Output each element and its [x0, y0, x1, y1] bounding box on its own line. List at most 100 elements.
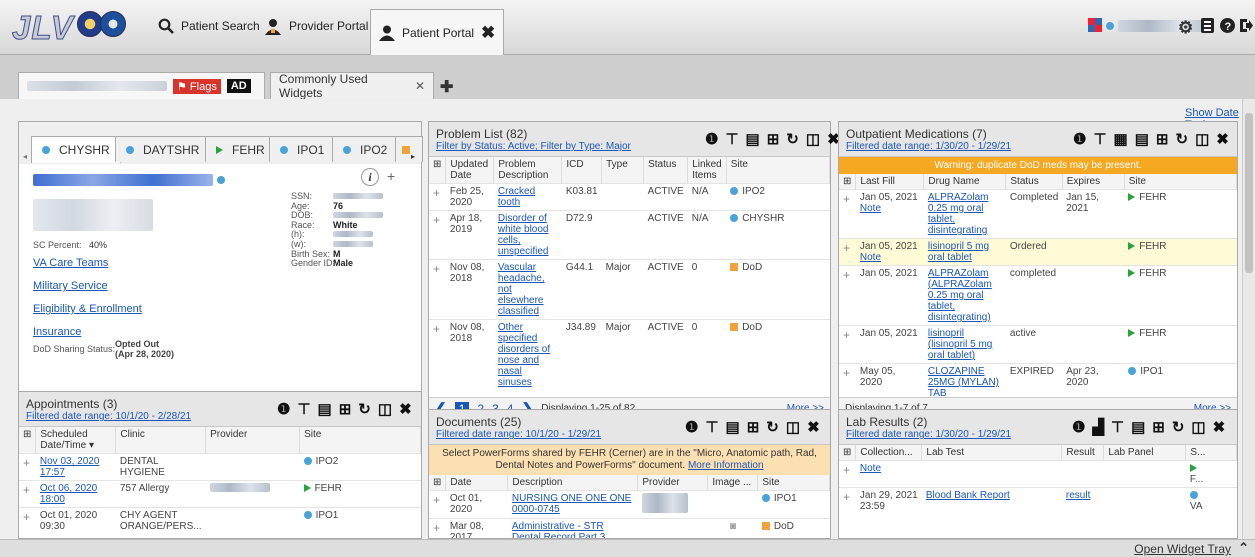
col-provider[interactable]: Provider	[205, 427, 301, 454]
expand-row-icon[interactable]: +	[429, 183, 446, 211]
close-icon[interactable]: ✖	[1216, 130, 1229, 148]
scroll-left-icon[interactable]: ◂	[23, 152, 27, 161]
filter-icon[interactable]: ⊤	[1111, 418, 1124, 436]
col-site[interactable]: Site	[757, 475, 830, 491]
col-status[interactable]: Status	[643, 157, 689, 184]
col-drug-name[interactable]: Drug Name	[923, 174, 1007, 190]
eligibility-enrollment-link[interactable]: Eligibility & Enrollment	[33, 303, 142, 315]
page-scrollbar[interactable]	[1242, 99, 1255, 539]
problem-link[interactable]: Other specified disorders of nose and na…	[498, 322, 550, 388]
close-icon[interactable]: ✖	[399, 400, 412, 418]
col-lab-test[interactable]: Lab Test	[921, 445, 1063, 461]
clipboard-icon[interactable]: ▤	[1131, 418, 1145, 436]
table-row[interactable]: + Mar 08, 2017 Administrative - STR Dent…	[429, 518, 830, 538]
expand-row-icon[interactable]: +	[839, 189, 856, 239]
drug-link[interactable]: CLOZAPINE 25MG (MYLAN) TAB	[928, 366, 999, 399]
col-type[interactable]: Type	[601, 157, 645, 184]
col-image[interactable]: Image ...	[707, 475, 759, 491]
expand-plus-icon[interactable]: +	[387, 168, 395, 184]
lab-test-link[interactable]: Blood Bank Report	[926, 490, 1010, 501]
close-icon[interactable]: ✖	[1213, 418, 1226, 436]
col-expires[interactable]: Expires	[1062, 174, 1125, 190]
info-icon[interactable]: ❶	[705, 130, 718, 148]
col-problem-description[interactable]: Problem Description	[493, 157, 563, 184]
sort-chevron-down-icon[interactable]: ▾	[89, 440, 94, 451]
expand-row-icon[interactable]: +	[429, 259, 446, 320]
tab-chyshr[interactable]: CHYSHR	[31, 136, 121, 163]
table-row[interactable]: + Feb 25, 2020 Cracked tooth K03.81 ACTI…	[429, 183, 830, 211]
table-row[interactable]: + May 05, 2020 CLOZAPINE 25MG (MYLAN) TA…	[839, 363, 1237, 401]
document-link[interactable]: Administrative - STR Dental Record Part …	[512, 521, 605, 538]
expand-row-icon[interactable]: +	[839, 238, 856, 266]
appointment-date-link[interactable]: Oct 06, 2020 18:00	[40, 483, 97, 505]
tab-daytshr[interactable]: DAYTSHR	[115, 136, 211, 162]
info-icon[interactable]: ❶	[277, 400, 290, 418]
info-icon[interactable]: i	[361, 168, 379, 186]
provider-portal-tab[interactable]: Provider Portal	[264, 14, 368, 38]
table-row[interactable]: + Jan 29, 2021 23:59 Blood Bank Report r…	[839, 487, 1237, 514]
columns-icon[interactable]: ◫	[378, 400, 392, 418]
filter-icon[interactable]: ⊤	[297, 400, 310, 418]
note-link[interactable]: Note	[860, 203, 881, 214]
col-icd[interactable]: ICD	[561, 157, 603, 184]
close-icon[interactable]: ✖	[807, 418, 820, 436]
insurance-link[interactable]: Insurance	[33, 326, 81, 338]
clipboard-icon[interactable]: ▤	[746, 130, 760, 148]
note-link[interactable]: Note	[860, 463, 881, 474]
add-tab-icon[interactable]: ✚	[440, 77, 453, 97]
table-row[interactable]: + Nov 08, 2018 Vascular headache, not el…	[429, 259, 830, 320]
table-row[interactable]: + Apr 18, 2019 Disorder of white blood c…	[429, 210, 830, 260]
table-row[interactable]: + Nov 08, 2018 Other specified disorders…	[429, 319, 830, 390]
drug-link[interactable]: ALPRAZolam 0.25 mg oral tablet, disinteg…	[928, 192, 989, 236]
col-clinic[interactable]: Clinic	[115, 427, 207, 454]
expand-row-icon[interactable]: +	[429, 518, 446, 538]
military-service-link[interactable]: Military Service	[33, 280, 108, 292]
refresh-icon[interactable]: ↻	[1172, 418, 1185, 436]
table-row[interactable]: + Oct 06, 2020 18:00 757 Allergy FEHR	[19, 480, 421, 508]
drug-link[interactable]: lisinopril (lisinopril 5 mg oral tablet)	[928, 328, 992, 361]
col-status[interactable]: Status	[1005, 174, 1063, 190]
print-icon[interactable]: ⊞	[747, 418, 760, 436]
expand-row-icon[interactable]: +	[839, 460, 856, 488]
va-care-teams-link[interactable]: VA Care Teams	[33, 257, 108, 269]
expand-all-icon[interactable]: ⊞	[839, 174, 857, 190]
commonly-used-widgets-tab[interactable]: Commonly Used Widgets ✕	[270, 72, 434, 100]
expand-row-icon[interactable]: +	[19, 507, 36, 534]
refresh-icon[interactable]: ↻	[766, 418, 779, 436]
info-icon[interactable]: ❶	[1073, 130, 1086, 148]
clipboard-icon[interactable]: ▤	[1135, 130, 1149, 148]
problem-link[interactable]: Vascular headache, not elsewhere classif…	[498, 262, 545, 317]
close-tab-icon[interactable]: ✕	[415, 79, 425, 93]
table-row[interactable]: + Jan 05, 2021 ALPRAZolam (ALPRAZolam 0.…	[839, 265, 1237, 326]
refresh-icon[interactable]: ↻	[786, 130, 799, 148]
expand-row-icon[interactable]: +	[839, 487, 856, 514]
info-icon[interactable]: ❶	[1072, 418, 1085, 436]
document-link[interactable]: NURSING ONE ONE ONE 0000-0745	[512, 493, 631, 515]
chevron-up-icon[interactable]: ⌃	[1238, 540, 1249, 556]
problem-link[interactable]: Disorder of white blood cells, unspecifi…	[498, 213, 549, 257]
table-row[interactable]: + Note F...	[839, 460, 1237, 488]
expand-all-icon[interactable]: ⊞	[839, 445, 857, 461]
table-row[interactable]: + Nov 03, 2020 17:57 DENTAL HYGIENE IPO2	[19, 453, 421, 481]
col-last-fill[interactable]: Last Fill	[855, 174, 925, 190]
expand-row-icon[interactable]: +	[19, 480, 36, 508]
tab-fehr[interactable]: FEHR	[205, 136, 276, 162]
patient-portal-tab[interactable]: Patient Portal ✖	[370, 9, 505, 55]
table-row[interactable]: + Jan 05, 2021 Note lisinopril 5 mg oral …	[839, 238, 1237, 266]
col-collection[interactable]: Collection...	[855, 445, 923, 461]
expand-row-icon[interactable]: +	[429, 319, 446, 390]
patient-search-tab[interactable]: Patient Search	[158, 14, 260, 38]
expand-row-icon[interactable]: +	[839, 363, 856, 401]
columns-icon[interactable]: ◫	[806, 130, 820, 148]
drug-link[interactable]: lisinopril 5 mg oral tablet	[928, 241, 989, 263]
ad-badge[interactable]: AD	[226, 79, 251, 93]
camera-icon[interactable]: ◙	[707, 518, 758, 538]
columns-icon[interactable]: ◫	[786, 418, 800, 436]
clipboard-icon[interactable]: ▤	[726, 418, 740, 436]
col-scheduled-date[interactable]: Scheduled Date/Time ▾	[35, 427, 117, 454]
scroll-right-icon[interactable]: ▸	[411, 152, 415, 161]
flags-badge[interactable]: ⚑ Flags	[173, 78, 221, 94]
refresh-icon[interactable]: ↻	[1175, 130, 1188, 148]
table-row[interactable]: + Jan 05, 2021 Note ALPRAZolam 0.25 mg or…	[839, 189, 1237, 239]
tab-ipo2[interactable]: IPO2	[332, 136, 399, 162]
